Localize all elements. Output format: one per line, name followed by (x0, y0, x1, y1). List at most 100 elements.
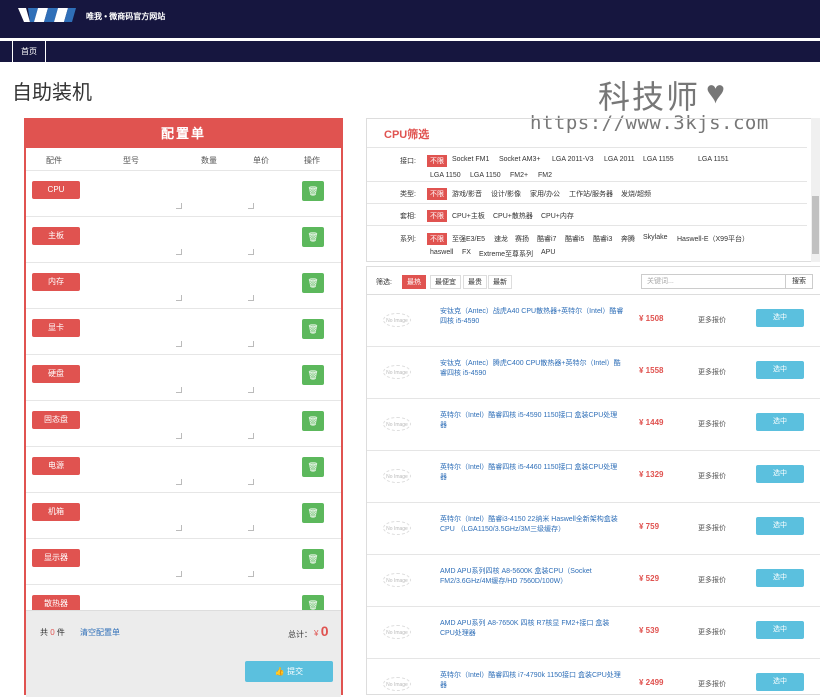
product-thumbnail[interactable]: No Image (383, 677, 411, 691)
search-button[interactable]: 搜索 (785, 274, 813, 289)
more-prices-link[interactable]: 更多报价 (698, 679, 726, 689)
clear-config-link[interactable]: 清空配置单 (80, 627, 120, 638)
search-input[interactable]: 关键词... (641, 274, 786, 289)
trash-icon[interactable]: 🗑 (302, 227, 324, 247)
filter-option[interactable]: LGA 1155 (643, 156, 674, 163)
qty-field[interactable] (248, 341, 254, 347)
select-button[interactable]: 选中 (756, 621, 804, 639)
trash-icon[interactable]: 🗑 (302, 411, 324, 431)
submit-button[interactable]: 👍 提交 (245, 661, 333, 682)
filter-option[interactable]: Skylake (643, 234, 668, 241)
select-button[interactable]: 选中 (756, 361, 804, 379)
model-field[interactable] (176, 341, 182, 347)
product-thumbnail[interactable]: No Image (383, 365, 411, 379)
select-button[interactable]: 选中 (756, 673, 804, 691)
filter-option[interactable]: 速龙 (494, 234, 508, 244)
more-prices-link[interactable]: 更多报价 (698, 575, 726, 585)
filter-option[interactable]: 不限 (427, 233, 447, 245)
product-thumbnail[interactable]: No Image (383, 573, 411, 587)
product-thumbnail[interactable]: No Image (383, 625, 411, 639)
trash-icon[interactable]: 🗑 (302, 273, 324, 293)
filter-option[interactable]: CPU+内存 (541, 211, 574, 221)
filter-option[interactable]: 家用/办公 (530, 189, 560, 199)
model-field[interactable] (176, 295, 182, 301)
site-logo[interactable] (18, 8, 76, 22)
part-button-case[interactable]: 机箱 (32, 503, 80, 521)
filter-option[interactable]: 酷睿i3 (593, 234, 612, 244)
filter-option[interactable]: CPU+散热器 (493, 211, 533, 221)
part-button-ssd[interactable]: 固态盘 (32, 411, 80, 429)
trash-icon[interactable]: 🗑 (302, 319, 324, 339)
filter-option[interactable]: 发烧/超频 (621, 189, 651, 199)
product-thumbnail[interactable]: No Image (383, 417, 411, 431)
part-button-motherboard[interactable]: 主板 (32, 227, 80, 245)
qty-field[interactable] (248, 387, 254, 393)
product-name[interactable]: 安钛克（Antec）战虎A40 CPU散热器+英特尔（Intel）酷睿四核 i5… (440, 307, 624, 327)
qty-field[interactable] (248, 479, 254, 485)
filter-option[interactable]: 设计/影像 (491, 189, 521, 199)
part-button-psu[interactable]: 电源 (32, 457, 80, 475)
product-name[interactable]: AMD APU系列 A8-7650K 四核 R7核显 FM2+接口 盒装CPU处… (440, 619, 624, 639)
filter-option[interactable]: APU (541, 249, 555, 256)
qty-field[interactable] (248, 525, 254, 531)
product-thumbnail[interactable]: No Image (383, 313, 411, 327)
filter-option[interactable]: LGA 2011-V3 (552, 156, 594, 163)
filter-option[interactable]: 不限 (427, 155, 447, 167)
part-button-gpu[interactable]: 显卡 (32, 319, 80, 337)
qty-field[interactable] (248, 295, 254, 301)
product-thumbnail[interactable]: No Image (383, 469, 411, 483)
filter-option[interactable]: Socket AM3+ (499, 156, 540, 163)
filter-option[interactable]: 游戏/影音 (452, 189, 482, 199)
filter-option[interactable]: LGA 1151 (698, 156, 729, 163)
product-name[interactable]: 英特尔（Intel）酷睿四核 i5-4460 1150接口 盒装CPU处理器 (440, 463, 624, 483)
model-field[interactable] (176, 433, 182, 439)
product-thumbnail[interactable]: No Image (383, 521, 411, 535)
filter-option[interactable]: FX (462, 249, 471, 256)
filter-option[interactable]: LGA 1150 (430, 172, 461, 179)
product-name[interactable]: 英特尔（Intel）酷睿i3-4150 22纳米 Haswell全新架构盒装CP… (440, 515, 624, 535)
nav-item-home[interactable]: 首页 (12, 41, 46, 62)
qty-field[interactable] (248, 249, 254, 255)
more-prices-link[interactable]: 更多报价 (698, 367, 726, 377)
filter-option[interactable]: LGA 1150 (470, 172, 501, 179)
sort-tab-hot[interactable]: 最热 (402, 275, 426, 289)
filter-option[interactable]: 奔腾 (621, 234, 635, 244)
more-prices-link[interactable]: 更多报价 (698, 627, 726, 637)
scrollbar-thumb[interactable] (812, 196, 819, 254)
more-prices-link[interactable]: 更多报价 (698, 419, 726, 429)
filter-option[interactable]: Socket FM1 (452, 156, 489, 163)
part-button-memory[interactable]: 内存 (32, 273, 80, 291)
filter-option[interactable]: haswell (430, 249, 453, 256)
product-name[interactable]: 英特尔（Intel）酷睿四核 i5-4590 1150接口 盒装CPU处理器 (440, 411, 624, 431)
part-button-hdd[interactable]: 硬盘 (32, 365, 80, 383)
trash-icon[interactable]: 🗑 (302, 181, 324, 201)
sort-tab-newest[interactable]: 最新 (488, 275, 512, 289)
select-button[interactable]: 选中 (756, 517, 804, 535)
part-button-monitor[interactable]: 显示器 (32, 549, 80, 567)
more-prices-link[interactable]: 更多报价 (698, 471, 726, 481)
model-field[interactable] (176, 387, 182, 393)
filter-option[interactable]: FM2+ (510, 172, 528, 179)
filter-option[interactable]: 酷睿i5 (565, 234, 584, 244)
model-field[interactable] (176, 571, 182, 577)
sort-tab-cheapest[interactable]: 最便宜 (430, 275, 461, 289)
model-field[interactable] (176, 479, 182, 485)
product-name[interactable]: AMD APU系列四核 A8-5600K 盒装CPU（Socket FM2/3.… (440, 567, 624, 587)
select-button[interactable]: 选中 (756, 413, 804, 431)
filter-option[interactable]: 酷睿i7 (537, 234, 556, 244)
model-field[interactable] (176, 525, 182, 531)
trash-icon[interactable]: 🗑 (302, 503, 324, 523)
sort-tab-priciest[interactable]: 最贵 (463, 275, 487, 289)
select-button[interactable]: 选中 (756, 309, 804, 327)
select-button[interactable]: 选中 (756, 465, 804, 483)
filter-option[interactable]: Extreme至尊系列 (479, 249, 533, 259)
filter-option[interactable]: 赛扬 (515, 234, 529, 244)
part-button-cpu[interactable]: CPU (32, 181, 80, 199)
qty-field[interactable] (248, 203, 254, 209)
more-prices-link[interactable]: 更多报价 (698, 523, 726, 533)
trash-icon[interactable]: 🗑 (302, 457, 324, 477)
more-prices-link[interactable]: 更多报价 (698, 315, 726, 325)
model-field[interactable] (176, 203, 182, 209)
filter-option[interactable]: CPU+主板 (452, 211, 485, 221)
filter-option[interactable]: 至强E3/E5 (452, 234, 485, 244)
